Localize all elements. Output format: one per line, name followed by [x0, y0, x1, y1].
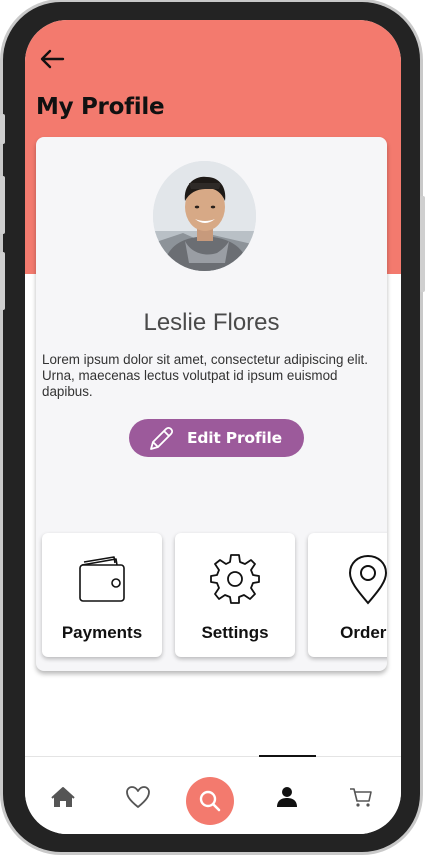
tile-label: Settings — [201, 623, 269, 642]
location-pin-icon — [348, 554, 387, 605]
edit-profile-button[interactable]: Edit Profile — [129, 419, 304, 457]
wallet-icon — [79, 556, 125, 602]
heart-icon[interactable] — [120, 779, 156, 815]
tile-label: Payments — [61, 623, 143, 642]
search-button[interactable] — [186, 777, 234, 825]
user-icon[interactable] — [269, 779, 305, 815]
active-tab-indicator — [259, 755, 316, 757]
power-button — [420, 196, 425, 292]
cart-icon[interactable] — [343, 779, 379, 815]
pencil-icon — [150, 426, 174, 450]
tile-settings[interactable]: Settings — [175, 533, 295, 657]
volume-down-button — [0, 252, 5, 310]
user-bio: Lorem ipsum dolor sit amet, consectetur … — [42, 352, 368, 399]
app-screen: My Profile Leslie Flores Lorem ipsum dol… — [25, 20, 401, 834]
tile-payments[interactable]: Payments — [42, 533, 162, 657]
search-icon — [199, 790, 221, 812]
arrow-left-icon[interactable] — [39, 48, 65, 70]
volume-up-button — [0, 176, 5, 234]
tile-label: Orders — [340, 623, 387, 642]
home-icon[interactable] — [45, 779, 81, 815]
bottom-nav — [25, 756, 401, 834]
mute-switch — [0, 114, 5, 144]
avatar — [153, 161, 256, 271]
user-name: Leslie Flores — [143, 309, 280, 336]
edit-profile-label: Edit Profile — [187, 429, 282, 447]
gear-icon — [210, 554, 260, 604]
page-title: My Profile — [36, 94, 165, 120]
profile-card: Leslie Flores Lorem ipsum dolor sit amet… — [36, 137, 387, 671]
tile-orders[interactable]: Orders — [308, 533, 387, 657]
